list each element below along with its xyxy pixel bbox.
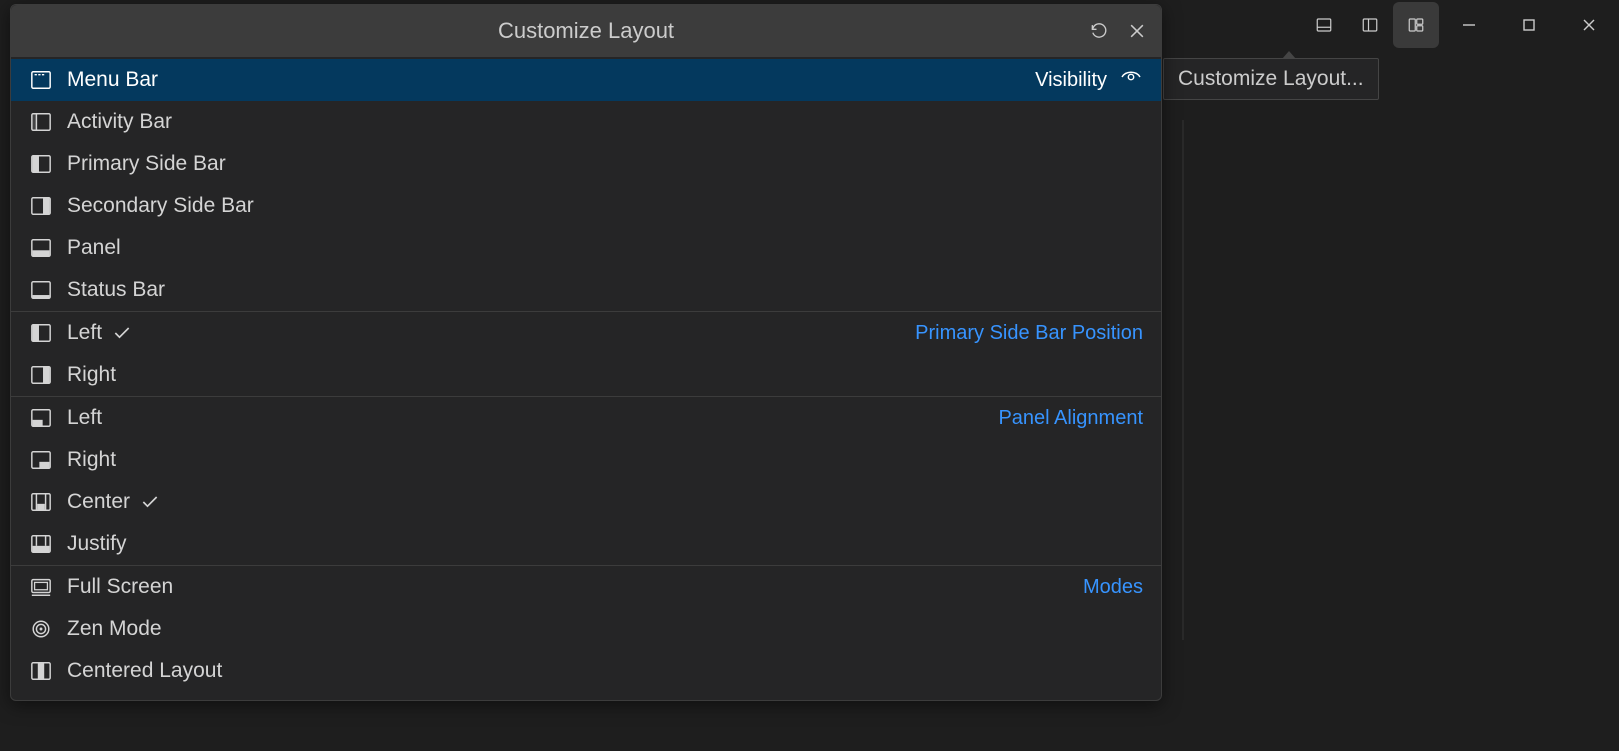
layout-options-list: Menu Bar Visibility Activity Bar Primary Si… [11,57,1161,700]
layout-group: Left Panel Alignment Right Center Justify [11,396,1161,565]
layout-option-row[interactable]: Centered Layout [11,650,1161,692]
window-close-button[interactable] [1559,2,1619,48]
layout-option-row[interactable]: Activity Bar [11,101,1161,143]
layout-option-row[interactable]: Right [11,439,1161,481]
customize-layout-button[interactable] [1393,2,1439,48]
group-header: Panel Alignment [998,407,1143,430]
layout-statusbar-icon [29,278,53,302]
reset-layout-button[interactable] [1085,17,1113,45]
panel-title: Customize Layout [498,18,674,44]
layout-option-row[interactable]: Status Bar [11,269,1161,311]
option-label: Activity Bar [67,110,172,134]
toggle-sidebar-button[interactable] [1347,2,1393,48]
check-icon [112,323,132,343]
layout-panel-left-icon [29,406,53,430]
option-label: Status Bar [67,278,165,302]
option-label: Right [67,448,116,472]
layout-panel-right-icon [29,448,53,472]
option-label: Left [67,406,102,430]
layout-option-row[interactable]: Right [11,354,1161,396]
group-header-label: Primary Side Bar Position [915,322,1143,345]
customize-layout-panel: Customize Layout Menu Bar Visibility Activ… [10,4,1162,701]
screen-full-icon [29,575,53,599]
visibility-icon [1119,68,1143,92]
option-label: Zen Mode [67,617,162,641]
group-header-label: Panel Alignment [998,407,1143,430]
option-label: Full Screen [67,575,173,599]
group-header: Visibility [1035,68,1143,92]
layout-option-row[interactable]: Primary Side Bar [11,143,1161,185]
layout-activitybar-icon [29,110,53,134]
layout-sidebar-left-icon [29,321,53,345]
option-label: Menu Bar [67,68,158,92]
layout-group: Menu Bar Visibility Activity Bar Primary Si… [11,59,1161,311]
layout-panel-icon [29,236,53,260]
option-label: Right [67,363,116,387]
layout-centered-icon [29,659,53,683]
layout-option-row[interactable]: Secondary Side Bar [11,185,1161,227]
layout-option-row[interactable]: Panel [11,227,1161,269]
layout-panel-center-icon [29,490,53,514]
option-label: Panel [67,236,121,260]
layout-sidebar-left-icon [29,152,53,176]
option-label: Secondary Side Bar [67,194,254,218]
titlebar-controls [1301,0,1619,50]
option-label: Primary Side Bar [67,152,226,176]
window-maximize-button[interactable] [1499,2,1559,48]
close-panel-button[interactable] [1123,17,1151,45]
layout-option-row[interactable]: Zen Mode [11,608,1161,650]
layout-option-row[interactable]: Center [11,481,1161,523]
panel-header: Customize Layout [11,5,1161,57]
group-header-label: Visibility [1035,69,1107,92]
group-header-label: Modes [1083,576,1143,599]
group-header: Primary Side Bar Position [915,322,1143,345]
option-label: Centered Layout [67,659,222,683]
layout-menubar-icon [29,68,53,92]
layout-group: Left Primary Side Bar Position Right [11,311,1161,396]
option-label: Justify [67,532,127,556]
background-divider [1182,120,1184,640]
layout-group: Full Screen Modes Zen Mode Centered Layout [11,565,1161,692]
layout-option-row[interactable]: Full Screen Modes [11,566,1161,608]
layout-option-row[interactable]: Left Primary Side Bar Position [11,312,1161,354]
option-label: Left [67,321,102,345]
tooltip-text: Customize Layout... [1178,67,1364,90]
layout-sidebar-right-icon [29,363,53,387]
layout-option-row[interactable]: Left Panel Alignment [11,397,1161,439]
panel-actions [1085,17,1151,45]
check-icon [140,492,160,512]
layout-option-row[interactable]: Menu Bar Visibility [11,59,1161,101]
group-header: Modes [1083,576,1143,599]
layout-option-row[interactable]: Justify [11,523,1161,565]
layout-panel-justify-icon [29,532,53,556]
window-minimize-button[interactable] [1439,2,1499,48]
toggle-panel-button[interactable] [1301,2,1347,48]
layout-sidebar-right-icon [29,194,53,218]
option-label: Center [67,490,130,514]
customize-layout-tooltip: Customize Layout... [1163,58,1379,100]
target-icon [29,617,53,641]
